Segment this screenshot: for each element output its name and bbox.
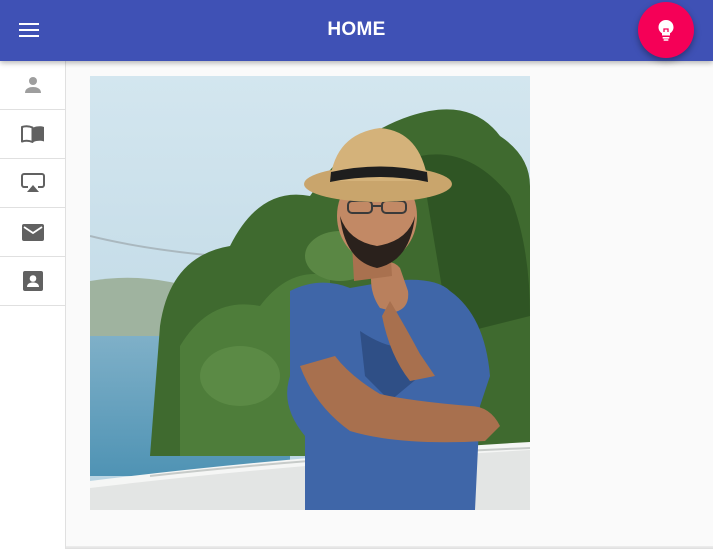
contact-card-icon <box>22 271 43 291</box>
page-title: HOME <box>327 19 386 40</box>
portrait-photo <box>90 76 530 510</box>
sidebar-item-airplay[interactable] <box>0 159 65 208</box>
airplay-icon <box>20 173 45 192</box>
sidebar <box>0 61 66 549</box>
sidebar-item-profile[interactable] <box>0 61 65 110</box>
lightbulb-fab-button[interactable] <box>638 2 694 58</box>
book-icon <box>20 125 44 143</box>
lightbulb-icon <box>658 20 674 41</box>
sidebar-item-book[interactable] <box>0 110 65 159</box>
sidebar-item-mail[interactable] <box>0 208 65 257</box>
app-bar: HOME <box>0 0 713 61</box>
mail-icon <box>21 223 44 241</box>
person-icon <box>24 77 41 93</box>
sidebar-item-contacts[interactable] <box>0 257 65 306</box>
